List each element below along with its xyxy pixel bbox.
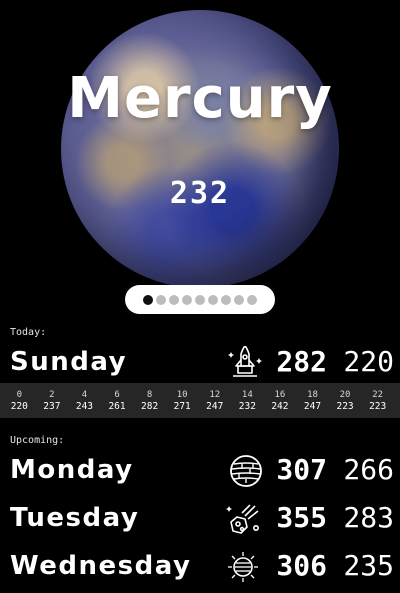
page-dot[interactable] bbox=[221, 294, 231, 305]
upcoming-row: Tuesday 355 283 bbox=[0, 498, 400, 538]
page-dot[interactable] bbox=[208, 294, 218, 305]
hour-value: 247 bbox=[206, 401, 224, 412]
today-day-name: Sunday bbox=[10, 347, 128, 377]
upcoming-high: 306 bbox=[276, 549, 327, 582]
hour-value: 247 bbox=[303, 401, 322, 412]
today-low: 220 bbox=[343, 345, 394, 378]
today-label: Today: bbox=[10, 327, 47, 338]
hour-value: 223 bbox=[336, 401, 354, 412]
upcoming-day-name: Monday bbox=[10, 455, 134, 485]
page-dot[interactable] bbox=[195, 294, 205, 305]
hourly-cell: 16 242 bbox=[264, 383, 297, 418]
hourly-cell: 2 237 bbox=[36, 383, 69, 418]
hourly-cell: 22 223 bbox=[361, 383, 394, 418]
hour-time: 14 bbox=[241, 390, 253, 400]
hourly-cell: 8 282 bbox=[133, 383, 166, 418]
planet-surface-icon bbox=[230, 455, 262, 487]
planet-image bbox=[61, 10, 339, 288]
hourly-cell: 20 223 bbox=[329, 383, 362, 418]
rocket-icon bbox=[228, 346, 262, 377]
hour-time: 8 bbox=[146, 390, 153, 400]
hour-value: 223 bbox=[369, 401, 387, 412]
upcoming-high: 307 bbox=[276, 453, 327, 486]
page-dot[interactable] bbox=[247, 294, 257, 305]
planet-current-value: 232 bbox=[169, 176, 231, 211]
planet-name: Mercury bbox=[67, 66, 333, 131]
sun-icon bbox=[228, 552, 258, 582]
page-dot[interactable] bbox=[156, 294, 166, 305]
hourly-cell: 14 232 bbox=[231, 383, 264, 418]
hour-time: 12 bbox=[209, 390, 221, 400]
page-dot[interactable] bbox=[234, 294, 244, 305]
today-high: 282 bbox=[276, 345, 327, 378]
upcoming-day-name: Tuesday bbox=[10, 503, 140, 533]
hourly-cell: 0 220 bbox=[3, 383, 36, 418]
hour-time: 6 bbox=[114, 390, 120, 400]
hour-time: 16 bbox=[274, 390, 286, 400]
hour-time: 10 bbox=[176, 390, 188, 400]
upcoming-low: 283 bbox=[343, 501, 394, 534]
upcoming-row: Monday 307 266 bbox=[0, 450, 400, 490]
hour-value: 242 bbox=[271, 401, 289, 412]
page-dot[interactable] bbox=[182, 294, 192, 305]
meteor-icon bbox=[226, 504, 259, 534]
hourly-cell: 10 271 bbox=[166, 383, 199, 418]
hourly-strip[interactable]: 0 220 2 237 4 243 6 261 8 282 10 271 12 247 14 232 16 242… bbox=[0, 383, 400, 418]
hour-time: 2 bbox=[49, 390, 55, 400]
hour-time: 4 bbox=[81, 390, 88, 400]
page-dot[interactable] bbox=[169, 294, 179, 305]
hour-value: 271 bbox=[173, 401, 191, 412]
page-indicator[interactable] bbox=[125, 285, 275, 314]
hour-value: 243 bbox=[75, 401, 94, 412]
upcoming-label: Upcoming: bbox=[10, 435, 65, 446]
upcoming-row: Wednesday 306 235 bbox=[0, 546, 400, 586]
planet-hero[interactable]: Mercury 232 bbox=[0, 0, 400, 300]
upcoming-low: 266 bbox=[343, 453, 394, 486]
hourly-cell: 6 261 bbox=[101, 383, 134, 418]
hour-value: 261 bbox=[108, 401, 126, 412]
page-dot[interactable] bbox=[143, 294, 153, 305]
hour-value: 282 bbox=[141, 401, 159, 412]
hour-value: 237 bbox=[43, 401, 61, 412]
hourly-cell: 12 247 bbox=[198, 383, 231, 418]
today-row: Sunday 282 220 bbox=[0, 342, 400, 382]
hour-time: 18 bbox=[307, 390, 318, 400]
hourly-cell: 4 243 bbox=[68, 383, 101, 418]
hour-value: 232 bbox=[238, 401, 256, 412]
upcoming-high: 355 bbox=[276, 501, 327, 534]
hour-time: 0 bbox=[16, 390, 22, 400]
hourly-cell: 18 247 bbox=[296, 383, 329, 418]
hour-time: 20 bbox=[339, 390, 351, 400]
hour-value: 220 bbox=[10, 401, 28, 412]
upcoming-low: 235 bbox=[343, 549, 394, 582]
hour-time: 22 bbox=[372, 390, 384, 400]
upcoming-day-name: Wednesday bbox=[10, 551, 192, 581]
